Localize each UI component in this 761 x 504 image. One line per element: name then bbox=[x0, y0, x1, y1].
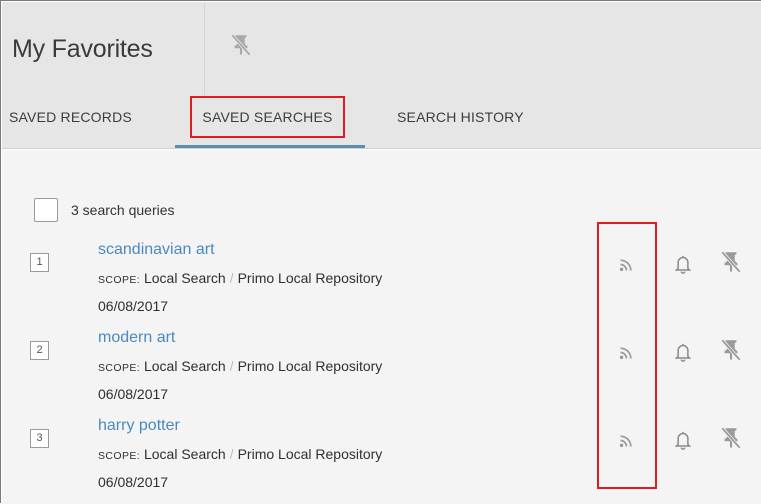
item-number-box[interactable]: 1 bbox=[30, 253, 49, 272]
query-scope: SCOPE: Local Search / Primo Local Reposito… bbox=[98, 358, 382, 374]
tab-saved-records[interactable]: SAVED RECORDS bbox=[9, 109, 132, 125]
query-title-link[interactable]: harry potter bbox=[98, 417, 180, 435]
bell-icon[interactable] bbox=[670, 339, 696, 365]
favorites-panel: My Favorites SAVED RECORDS SAVED SEARCHE… bbox=[0, 0, 761, 504]
query-scope: SCOPE: Local Search / Primo Local Reposito… bbox=[98, 270, 382, 286]
scope-search: Local Search bbox=[143, 446, 226, 462]
page-title: My Favorites bbox=[12, 35, 153, 63]
bell-icon[interactable] bbox=[670, 251, 696, 277]
active-tab-indicator bbox=[175, 145, 365, 148]
scope-repository: Primo Local Repository bbox=[237, 446, 383, 462]
tab-saved-searches[interactable]: SAVED SEARCHES bbox=[190, 96, 345, 138]
tab-bar: SAVED RECORDS SAVED SEARCHES SEARCH HIST… bbox=[2, 96, 761, 149]
item-number-box[interactable]: 3 bbox=[30, 429, 49, 448]
scope-label: SCOPE: bbox=[98, 450, 141, 462]
query-date: 06/08/2017 bbox=[98, 474, 169, 490]
scope-search: Local Search bbox=[143, 358, 226, 374]
scope-repository: Primo Local Repository bbox=[237, 358, 383, 374]
title-cell: My Favorites bbox=[2, 2, 205, 96]
query-scope: SCOPE: Local Search / Primo Local Reposito… bbox=[98, 446, 382, 462]
unpin-icon[interactable] bbox=[228, 32, 254, 58]
query-title-link[interactable]: scandinavian art bbox=[98, 241, 215, 259]
scope-label: SCOPE: bbox=[98, 362, 141, 374]
unpin-icon[interactable] bbox=[718, 249, 744, 275]
query-date: 06/08/2017 bbox=[98, 298, 169, 314]
rss-column-highlight bbox=[597, 222, 657, 489]
query-date: 06/08/2017 bbox=[98, 386, 169, 402]
query-title-link[interactable]: modern art bbox=[98, 329, 175, 347]
item-number-box[interactable]: 2 bbox=[30, 341, 49, 360]
select-all-checkbox[interactable] bbox=[34, 198, 58, 222]
tab-search-history[interactable]: SEARCH HISTORY bbox=[397, 109, 524, 125]
unpin-icon[interactable] bbox=[718, 337, 744, 363]
tab-saved-searches-label: SAVED SEARCHES bbox=[202, 109, 333, 125]
scope-label: SCOPE: bbox=[98, 274, 141, 286]
scope-separator: / bbox=[229, 446, 234, 462]
scope-separator: / bbox=[229, 358, 234, 374]
header-bar: My Favorites bbox=[2, 2, 761, 96]
query-count: 3 search queries bbox=[71, 202, 175, 218]
unpin-icon[interactable] bbox=[718, 425, 744, 451]
scope-repository: Primo Local Repository bbox=[237, 270, 383, 286]
scope-separator: / bbox=[229, 270, 234, 286]
scope-search: Local Search bbox=[143, 270, 226, 286]
bell-icon[interactable] bbox=[670, 427, 696, 453]
